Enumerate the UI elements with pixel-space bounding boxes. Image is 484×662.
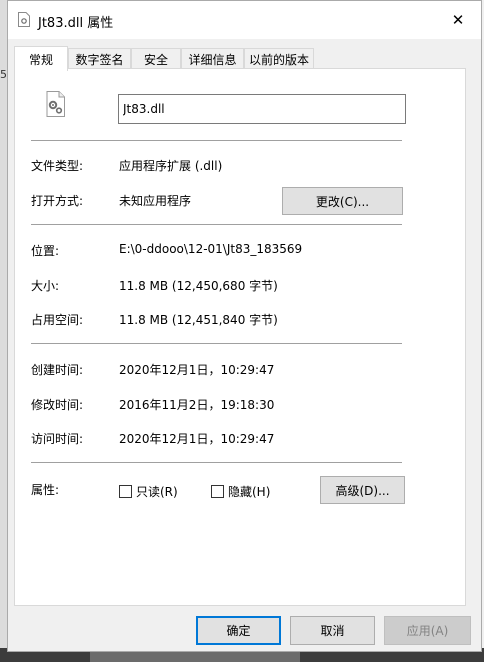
- created-label: 创建时间:: [31, 363, 84, 377]
- opens-with-label: 打开方式:: [31, 194, 84, 208]
- general-tab-panel: 文件类型: 应用程序扩展 (.dll) 打开方式: 未知应用程序 更改(C)..…: [14, 68, 466, 606]
- tab-previous-versions[interactable]: 以前的版本: [244, 48, 314, 69]
- created-value: 2020年12月1日，10:29:47: [119, 363, 275, 377]
- tab-digital-signatures[interactable]: 数字签名: [68, 48, 131, 69]
- opens-with-value: 未知应用程序: [119, 194, 192, 208]
- accessed-value: 2020年12月1日，10:29:47: [119, 432, 275, 446]
- title-bar: Jt83.dll 属性 ✕: [8, 1, 481, 39]
- size-label: 大小:: [31, 279, 60, 293]
- readonly-checkbox[interactable]: 只读(R): [119, 483, 178, 500]
- accessed-label: 访问时间:: [31, 432, 84, 446]
- separator: [31, 462, 402, 463]
- tab-general[interactable]: 常规: [14, 46, 68, 71]
- separator: [31, 224, 402, 225]
- file-type-value: 应用程序扩展 (.dll): [119, 159, 223, 173]
- cancel-button[interactable]: 取消: [290, 616, 375, 645]
- separator: [31, 140, 402, 141]
- tab-details[interactable]: 详细信息: [181, 48, 244, 69]
- file-type-label: 文件类型:: [31, 159, 84, 173]
- advanced-button[interactable]: 高级(D)...: [320, 476, 405, 504]
- size-value: 11.8 MB (12,450,680 字节): [119, 279, 278, 293]
- checkbox-box: [119, 485, 132, 498]
- window-title: Jt83.dll 属性: [38, 16, 114, 31]
- close-icon: ✕: [451, 11, 465, 29]
- size-on-disk-value: 11.8 MB (12,451,840 字节): [119, 313, 278, 327]
- close-button[interactable]: ✕: [435, 1, 481, 39]
- filename-input[interactable]: [118, 94, 406, 124]
- modified-value: 2016年11月2日，19:18:30: [119, 398, 275, 412]
- readonly-checkbox-label: 只读(R): [136, 485, 178, 499]
- hidden-checkbox[interactable]: 隐藏(H): [211, 483, 270, 500]
- separator: [31, 343, 402, 344]
- checkbox-box: [211, 485, 224, 498]
- tab-security[interactable]: 安全: [131, 48, 181, 69]
- location-label: 位置:: [31, 244, 60, 258]
- properties-dialog: Jt83.dll 属性 ✕ 常规 数字签名 安全 详细信息 以前的版本 文件类型…: [7, 0, 482, 652]
- dll-file-icon: [18, 12, 30, 27]
- ok-button[interactable]: 确定: [196, 616, 281, 645]
- attributes-label: 属性:: [31, 483, 60, 497]
- modified-label: 修改时间:: [31, 398, 84, 412]
- dll-gear-icon: [46, 91, 65, 117]
- size-on-disk-label: 占用空间:: [31, 313, 84, 327]
- change-button[interactable]: 更改(C)...: [282, 187, 403, 215]
- apply-button[interactable]: 应用(A): [384, 616, 471, 645]
- hidden-checkbox-label: 隐藏(H): [228, 485, 271, 499]
- location-value: E:\0-ddooo\12-01\Jt83_183569: [119, 242, 303, 256]
- background-window-edge: 56: [0, 0, 14, 662]
